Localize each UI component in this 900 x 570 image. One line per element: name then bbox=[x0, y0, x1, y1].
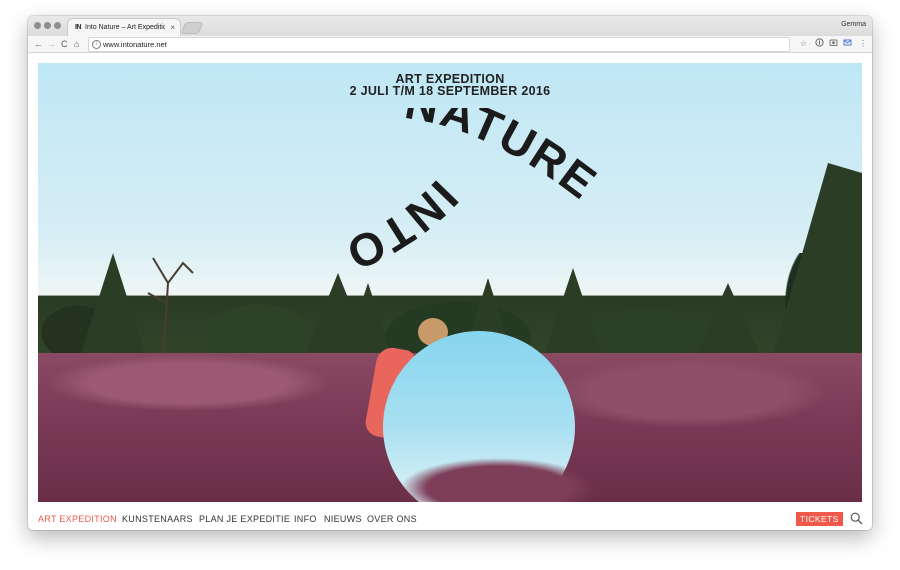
browser-menu-icon[interactable]: ⋮ bbox=[859, 38, 867, 50]
foreground-heather bbox=[368, 443, 628, 502]
nav-nieuws[interactable]: NIEUWS bbox=[324, 510, 362, 528]
into-nature-logo: INTO NATURE bbox=[338, 108, 605, 278]
extension-icon-2[interactable] bbox=[829, 38, 838, 51]
event-dates: 2 JULI T/M 18 SEPTEMBER 2016 bbox=[349, 84, 551, 98]
profile-name[interactable]: Gemma bbox=[841, 21, 866, 28]
svg-text:INTO: INTO bbox=[338, 171, 468, 278]
url-text[interactable]: www.intonature.net bbox=[103, 38, 167, 51]
browser-toolbar: ← → C ⌂ i www.intonature.net ☆ ⋮ bbox=[28, 36, 872, 53]
nav-over-ons[interactable]: OVER ONS bbox=[367, 510, 417, 528]
tickets-button[interactable]: TICKETS bbox=[796, 512, 843, 526]
back-arrow-icon[interactable]: ← bbox=[34, 37, 43, 51]
home-icon[interactable]: ⌂ bbox=[74, 37, 79, 51]
nav-kunstenaars[interactable]: KUNSTENAARS bbox=[122, 510, 193, 528]
nav-art-expedition[interactable]: ART EXPEDITION bbox=[38, 510, 117, 528]
logo-word-into: INTO bbox=[338, 171, 468, 278]
site-favicon-icon: IN bbox=[75, 24, 82, 31]
close-window-button[interactable] bbox=[34, 22, 41, 29]
title-bar: IN Into Nature – Art Expedition – ... × … bbox=[28, 16, 872, 36]
nav-info[interactable]: INFO bbox=[294, 510, 317, 528]
nav-plan-je-expeditie[interactable]: PLAN JE EXPEDITIE bbox=[199, 510, 290, 528]
forward-arrow-icon[interactable]: → bbox=[47, 37, 56, 51]
bookmark-star-icon[interactable]: ☆ bbox=[800, 38, 807, 50]
main-navigation: ART EXPEDITION KUNSTENAARS PLAN JE EXPED… bbox=[38, 510, 863, 528]
browser-tab[interactable]: IN Into Nature – Art Expedition – ... × bbox=[68, 19, 180, 36]
extension-icon-1[interactable] bbox=[815, 38, 824, 51]
search-icon[interactable] bbox=[850, 512, 863, 527]
extension-icon-3[interactable] bbox=[843, 38, 852, 51]
browser-window: IN Into Nature – Art Expedition – ... × … bbox=[28, 16, 872, 530]
tab-title: Into Nature – Art Expedition – ... bbox=[85, 24, 165, 31]
web-page: ART EXPEDITION 2 JULI T/M 18 SEPTEMBER 2… bbox=[28, 53, 872, 530]
site-info-icon[interactable]: i bbox=[92, 40, 101, 49]
address-bar[interactable]: i www.intonature.net bbox=[88, 37, 790, 52]
minimize-window-button[interactable] bbox=[44, 22, 51, 29]
tab-close-icon[interactable]: × bbox=[170, 19, 175, 36]
new-tab-button[interactable] bbox=[182, 23, 202, 33]
reload-icon[interactable]: C bbox=[61, 37, 68, 51]
zoom-window-button[interactable] bbox=[54, 22, 61, 29]
